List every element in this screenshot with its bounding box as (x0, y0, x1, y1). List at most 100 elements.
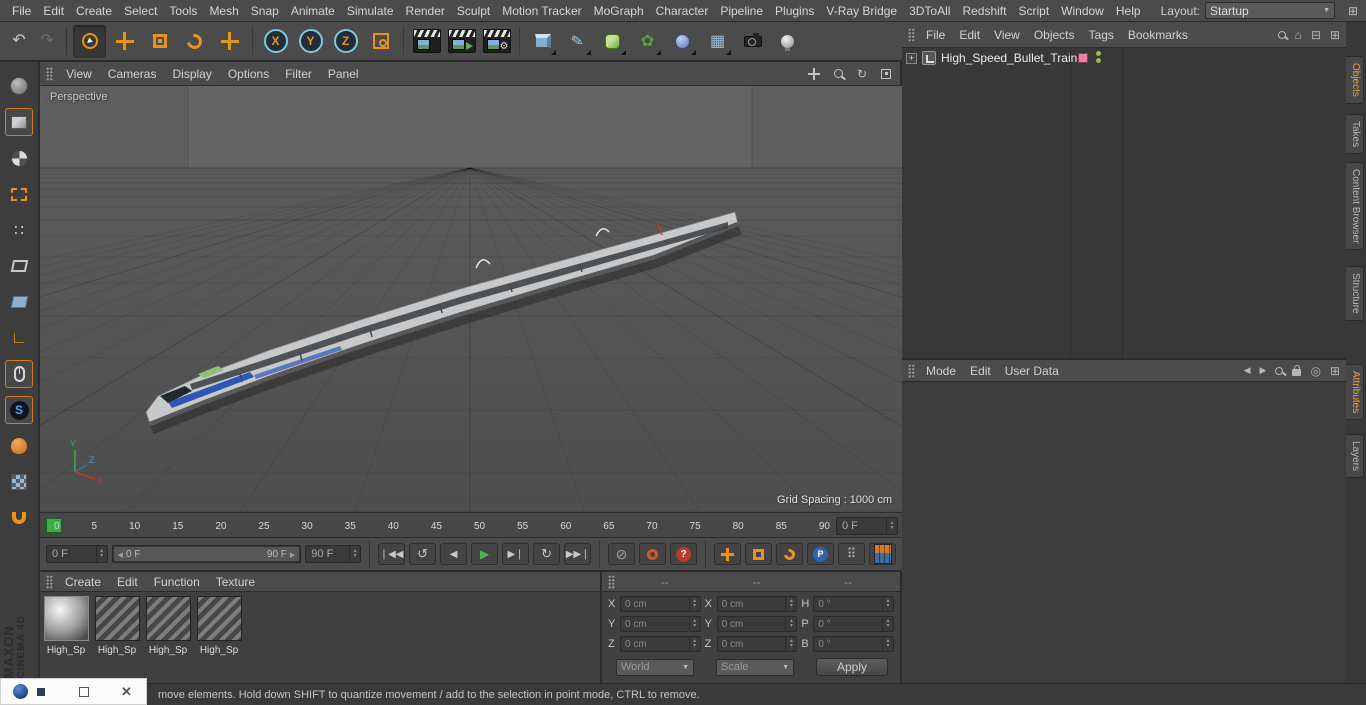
stepper-icon[interactable] (95, 546, 107, 562)
minimize-icon[interactable] (37, 687, 45, 696)
redo-button[interactable]: ↷ (34, 25, 60, 58)
viewport-menu-view[interactable]: View (59, 67, 99, 81)
viewport-menu-panel[interactable]: Panel (321, 67, 366, 81)
menu-pipeline[interactable]: Pipeline (714, 4, 769, 18)
overlay-window[interactable]: ✕ (0, 678, 147, 705)
panel-grip-icon[interactable] (608, 574, 615, 589)
record-parameter-button[interactable]: P (807, 543, 834, 565)
current-frame-field[interactable]: 0 F (46, 545, 108, 563)
menu-window[interactable]: Window (1055, 4, 1110, 18)
materials-menu-texture[interactable]: Texture (208, 575, 263, 589)
material-item[interactable]: High_Sp (144, 596, 192, 656)
attr-search-button[interactable] (1275, 366, 1284, 375)
objects-menu-tags[interactable]: Tags (1082, 28, 1121, 42)
light-button[interactable] (771, 25, 804, 58)
stepper-icon[interactable] (882, 637, 893, 651)
rotate-tool-button[interactable] (178, 25, 211, 58)
texture-mode-button[interactable] (5, 144, 33, 172)
panel-grip-icon[interactable] (46, 66, 53, 81)
add-spline-button[interactable]: ✎ (561, 25, 594, 58)
render-picture-viewer-button[interactable] (445, 25, 478, 58)
autokey-button[interactable] (639, 543, 667, 565)
subdivision-surface-button[interactable] (596, 25, 629, 58)
menu-render[interactable]: Render (400, 4, 451, 18)
panel-grip-icon[interactable] (46, 574, 53, 589)
workplane-mode-button[interactable] (5, 180, 33, 208)
object-label[interactable]: High_Speed_Bullet_Train (941, 51, 1077, 65)
render-settings-button[interactable]: ⚙ (480, 25, 513, 58)
attributes-content[interactable] (902, 382, 1346, 681)
object-manager-tree[interactable]: High_Speed_Bullet_Train (902, 48, 1346, 360)
menu-script[interactable]: Script (1012, 4, 1055, 18)
menu-snap[interactable]: Snap (245, 4, 285, 18)
pan-view-button[interactable] (806, 66, 822, 82)
menu-tools[interactable]: Tools (163, 4, 203, 18)
objects-menu-file[interactable]: File (919, 28, 952, 42)
menu-sculpt[interactable]: Sculpt (451, 4, 496, 18)
menu-create[interactable]: Create (70, 4, 118, 18)
history-back-button[interactable]: ◀ (1244, 365, 1251, 376)
history-forward-button[interactable]: ▶ (1260, 365, 1267, 376)
quantize-button[interactable] (5, 468, 33, 496)
tab-layers[interactable]: Layers (1346, 434, 1364, 479)
maximize-icon[interactable] (79, 686, 89, 697)
panel-options-button[interactable]: ⊞ (1330, 28, 1340, 42)
objects-menu-view[interactable]: View (987, 28, 1027, 42)
points-mode-button[interactable]: ∷ (5, 216, 33, 244)
menu-character[interactable]: Character (650, 4, 715, 18)
stepper-icon[interactable] (688, 637, 700, 651)
menu-motion-tracker[interactable]: Motion Tracker (496, 4, 587, 18)
visibility-dots[interactable] (1096, 51, 1101, 63)
tab-objects[interactable]: Objects (1346, 56, 1364, 104)
record-off-button[interactable]: ⊘ (608, 543, 636, 565)
menu-edit[interactable]: Edit (37, 4, 70, 18)
undo-button[interactable]: ↶ (6, 25, 32, 58)
menu-simulate[interactable]: Simulate (341, 4, 400, 18)
record-pla-button[interactable]: ⠿ (838, 543, 865, 565)
modeling-settings-button[interactable] (5, 432, 33, 460)
coordinate-system-button[interactable] (364, 25, 397, 58)
tweak-mode-button[interactable] (5, 360, 33, 388)
polygons-mode-button[interactable] (5, 288, 33, 316)
volume-button[interactable] (666, 25, 699, 58)
range-bar[interactable]: 0 F 90 F (113, 547, 300, 561)
tab-takes[interactable]: Takes (1346, 114, 1364, 155)
goto-start-button[interactable]: ❘◀◀ (378, 543, 406, 565)
viewport-menu-options[interactable]: Options (221, 67, 276, 81)
size-x-field[interactable]: 0 cm (716, 596, 798, 612)
objects-menu-edit[interactable]: Edit (952, 28, 987, 42)
edges-mode-button[interactable] (5, 252, 33, 280)
apply-button[interactable]: Apply (816, 658, 888, 676)
viewport-menu-cameras[interactable]: Cameras (101, 67, 164, 81)
record-position-button[interactable] (714, 543, 741, 565)
camera-label[interactable]: Perspective (46, 90, 112, 104)
collapse-button[interactable]: ⊟ (1311, 28, 1321, 42)
viewport-canvas[interactable]: Y X Z Perspective Grid Spacing : 1000 cm (40, 86, 902, 512)
editor-visibility-dot[interactable] (1096, 51, 1101, 56)
attributes-menu-userdata[interactable]: User Data (998, 364, 1066, 378)
menu-3dtoall[interactable]: 3DToAll (903, 4, 956, 18)
menu-help[interactable]: Help (1110, 4, 1147, 18)
track-selection-button[interactable]: ◎ (1310, 364, 1320, 378)
make-editable-button[interactable] (5, 72, 33, 100)
menu-redshift[interactable]: Redshift (956, 4, 1012, 18)
menu-mesh[interactable]: Mesh (203, 4, 244, 18)
lock-button[interactable] (1292, 365, 1302, 376)
stepper-icon[interactable] (785, 617, 796, 631)
objects-menu-objects[interactable]: Objects (1027, 28, 1082, 42)
next-key-button[interactable]: ↻ (533, 543, 561, 565)
position-x-field[interactable]: 0 cm (620, 596, 701, 612)
enable-axis-button[interactable]: ∟ (5, 324, 33, 352)
attributes-menu-edit[interactable]: Edit (963, 364, 998, 378)
add-cube-button[interactable] (526, 25, 559, 58)
tab-structure[interactable]: Structure (1346, 266, 1364, 321)
zoom-view-button[interactable] (830, 66, 846, 82)
lock-x-axis-button[interactable]: X (259, 25, 292, 58)
expand-icon[interactable] (906, 52, 917, 64)
live-selection-tool-button[interactable] (73, 24, 106, 58)
menu-file[interactable]: File (6, 4, 37, 18)
move-tool-button[interactable] (108, 25, 141, 58)
tab-attributes[interactable]: Attributes (1346, 364, 1364, 421)
next-frame-button[interactable]: ▶❘ (502, 543, 530, 565)
stepper-icon[interactable] (349, 546, 360, 562)
